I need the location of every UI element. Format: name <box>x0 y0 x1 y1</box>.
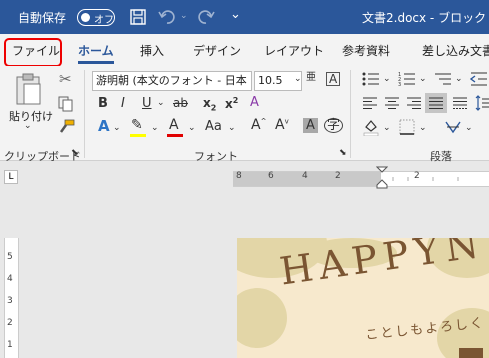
undo-icon[interactable] <box>158 9 176 25</box>
grow-font-icon[interactable]: A^ <box>251 118 266 132</box>
decrease-indent-icon[interactable] <box>470 71 488 87</box>
enclosed-char-icon[interactable]: 字 <box>324 118 344 133</box>
align-center-icon[interactable] <box>384 96 400 110</box>
line-spacing-icon[interactable] <box>475 94 489 112</box>
char-shading-icon[interactable]: A <box>303 118 318 133</box>
enclose-char-icon[interactable]: A <box>326 72 341 86</box>
ruler-number: 5 <box>7 252 13 262</box>
shading-dropdown-icon[interactable]: ⌄ <box>383 124 391 133</box>
multilevel-dropdown-icon[interactable]: ⌄ <box>455 75 463 84</box>
document-page[interactable]: HAPPYN ことしもよろしく <box>237 238 489 358</box>
save-icon[interactable] <box>129 8 147 26</box>
bold-icon[interactable]: B <box>98 97 108 110</box>
tab-references[interactable]: 参考資料 <box>342 42 390 59</box>
text-effects-dropdown-icon[interactable]: ⌄ <box>113 124 121 133</box>
highlight-color-swatch <box>130 134 146 137</box>
paste-icon[interactable] <box>14 72 44 106</box>
cut-icon[interactable]: ✂ <box>59 72 72 87</box>
change-case-dropdown-icon[interactable]: ⌄ <box>228 124 236 133</box>
ruler-number: 3 <box>7 296 13 306</box>
undo-dropdown-icon[interactable]: ⌄ <box>180 11 188 21</box>
ruler-number: 8 <box>236 171 242 181</box>
font-color-icon[interactable]: A <box>169 118 179 132</box>
clear-format-icon[interactable]: A <box>250 96 259 109</box>
tab-layout[interactable]: レイアウト <box>264 42 324 59</box>
borders-dropdown-icon[interactable]: ⌄ <box>419 124 427 133</box>
title-bar: 自動保存 オフ ⌄ ⌄ 文書2.docx - ブロック <box>0 0 489 34</box>
indent-marker-icon[interactable] <box>376 166 388 192</box>
font-name-combo[interactable]: 游明朝 (本文のフォント - 日本 <box>92 71 252 91</box>
autosave-label: 自動保存 <box>18 11 67 25</box>
active-tab-indicator <box>78 61 114 64</box>
tab-selector[interactable]: L <box>4 170 18 184</box>
bullets-dropdown-icon[interactable]: ⌄ <box>383 75 391 84</box>
align-right-icon[interactable] <box>406 96 422 110</box>
toggle-knob <box>81 13 90 22</box>
ruler-number: 1 <box>7 340 13 350</box>
numbering-icon[interactable]: 1 2 3 <box>398 71 416 87</box>
text-effects-icon[interactable]: A <box>98 119 110 134</box>
justify-icon <box>429 97 443 109</box>
ruler-number: 4 <box>302 171 308 181</box>
bullets-icon[interactable] <box>362 71 380 87</box>
change-case-button[interactable]: Aa <box>205 120 222 133</box>
shading-icon[interactable] <box>363 118 379 136</box>
copy-icon[interactable] <box>58 96 74 112</box>
borders-icon[interactable] <box>399 119 415 135</box>
justify-button[interactable] <box>425 93 447 113</box>
group-separator <box>350 70 351 158</box>
underline-dropdown-icon[interactable]: ⌄ <box>157 99 165 108</box>
ruler-number: 2 <box>7 318 13 328</box>
group-separator <box>84 70 85 158</box>
decorative-blob <box>237 288 287 348</box>
tab-design[interactable]: デザイン <box>193 42 241 59</box>
document-title: 文書2.docx - ブロック <box>362 11 487 25</box>
underline-icon[interactable]: U <box>142 97 152 110</box>
superscript-icon[interactable]: x2 <box>225 97 238 111</box>
highlight-icon[interactable]: ✎ <box>131 118 143 132</box>
align-left-icon[interactable] <box>362 96 378 110</box>
file-tab-highlight <box>4 38 62 67</box>
asian-layout-icon[interactable] <box>444 118 462 136</box>
font-color-swatch <box>167 134 183 137</box>
ruler-number: 4 <box>7 274 13 284</box>
happy-heading: HAPPYN <box>277 238 488 294</box>
subscript-icon[interactable]: x2 <box>203 97 216 112</box>
highlight-dropdown-icon[interactable]: ⌄ <box>151 124 159 133</box>
asian-layout-dropdown-icon[interactable]: ⌄ <box>465 124 473 133</box>
svg-text:3: 3 <box>398 82 401 87</box>
format-painter-icon[interactable] <box>57 119 75 135</box>
customize-qat-icon[interactable]: ⌄ <box>230 7 241 22</box>
clipboard-launcher-icon[interactable]: ⬊ <box>71 149 79 158</box>
font-size-dropdown-icon[interactable]: ⌄ <box>294 75 302 84</box>
autosave-toggle[interactable]: オフ <box>77 9 115 26</box>
distributed-icon[interactable] <box>452 96 468 110</box>
multilevel-list-icon[interactable] <box>434 71 452 87</box>
italic-icon[interactable]: I <box>121 97 125 110</box>
tab-mailings[interactable]: 差し込み文書 <box>422 42 489 59</box>
paste-dropdown-icon[interactable]: ⌄ <box>24 122 32 131</box>
decorative-shape <box>459 348 483 358</box>
ruler-number: 2 <box>335 171 341 181</box>
furigana-icon[interactable]: 亜 <box>306 73 316 83</box>
numbering-dropdown-icon[interactable]: ⌄ <box>419 75 427 84</box>
shrink-font-icon[interactable]: Av <box>275 118 289 132</box>
font-launcher-icon[interactable]: ⬊ <box>339 149 347 158</box>
strikethrough-icon[interactable]: ab <box>173 97 188 109</box>
ribbon-tabs: ファイル ホーム 挿入 デザイン レイアウト 参考資料 差し込み文書 <box>0 34 489 66</box>
ruler-number: 2 <box>414 171 420 181</box>
autosave-state: オフ <box>94 15 114 26</box>
ruler-number: 6 <box>268 171 274 181</box>
tab-home[interactable]: ホーム <box>78 42 114 59</box>
tab-insert[interactable]: 挿入 <box>140 42 164 59</box>
redo-icon[interactable] <box>197 9 215 25</box>
font-color-dropdown-icon[interactable]: ⌄ <box>188 124 196 133</box>
